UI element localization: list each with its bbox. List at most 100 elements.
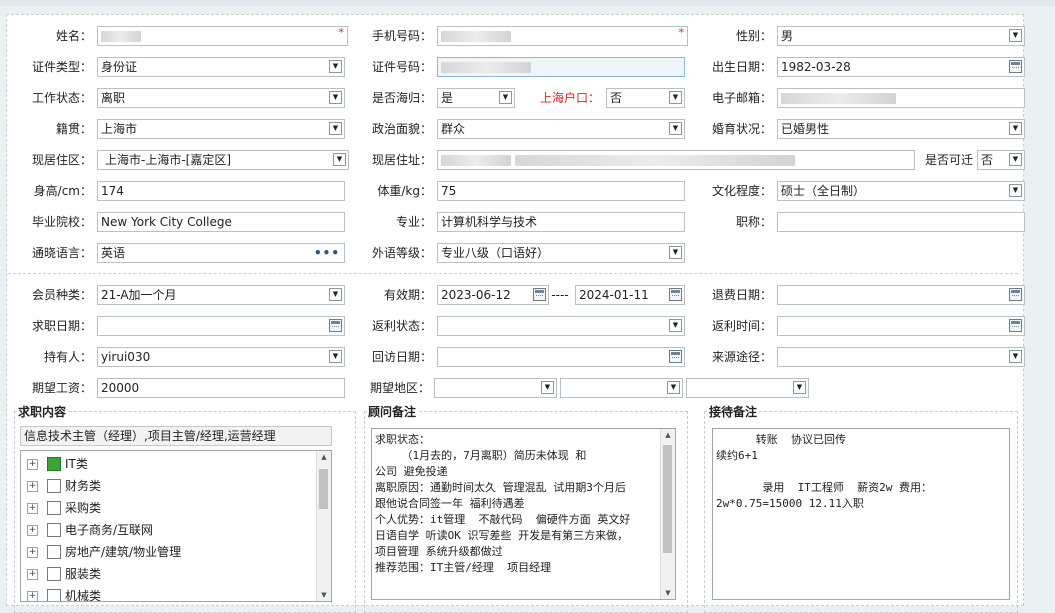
expand-icon[interactable]: + — [27, 591, 38, 601]
source-select[interactable]: ▼ — [777, 347, 1025, 367]
address-input[interactable] — [437, 150, 915, 170]
visit-date-input[interactable] — [437, 347, 685, 367]
member-type-select[interactable]: 21-A加一个月 ▼ — [97, 285, 345, 305]
calendar-icon[interactable] — [1009, 288, 1022, 301]
scroll-thumb[interactable] — [663, 445, 672, 553]
weight-input[interactable]: 75 — [437, 181, 685, 201]
valid-from-input[interactable]: 2023-06-12 — [437, 285, 549, 305]
native-select[interactable]: 上海市 ▼ — [97, 119, 345, 139]
residence-select[interactable]: 上海市-上海市-[嘉定区] ▼ — [97, 150, 349, 170]
height-input[interactable]: 174 — [97, 181, 345, 201]
chevron-down-icon[interactable]: ▼ — [1009, 184, 1022, 197]
source-label: 来源途径： — [711, 350, 772, 364]
gender-select[interactable]: 男 ▼ — [777, 26, 1025, 46]
chevron-down-icon[interactable]: ▼ — [333, 153, 346, 166]
chevron-down-icon[interactable]: ▼ — [669, 122, 682, 135]
id-no-label: 证件号码： — [371, 60, 432, 74]
holder-select[interactable]: yirui030 ▼ — [97, 347, 345, 367]
checkbox[interactable] — [47, 523, 61, 537]
visit-date-label: 回访日期： — [371, 350, 432, 364]
politics-select[interactable]: 群众 ▼ — [437, 119, 685, 139]
sh-hukou-select[interactable]: 否 ▼ — [606, 88, 685, 108]
chevron-down-icon[interactable]: ▼ — [667, 381, 680, 394]
chevron-down-icon[interactable]: ▼ — [793, 381, 806, 394]
refund-date-input[interactable] — [777, 285, 1025, 305]
checkbox[interactable] — [47, 545, 61, 559]
chevron-down-icon[interactable]: ▼ — [669, 246, 682, 259]
expand-icon[interactable]: + — [27, 503, 38, 514]
valid-to-input[interactable]: 2024-01-11 — [575, 285, 685, 305]
blurred-text — [441, 155, 511, 166]
chevron-down-icon[interactable]: ▼ — [1009, 350, 1022, 363]
expand-icon[interactable]: + — [27, 459, 38, 470]
scroll-down-icon[interactable]: ▼ — [317, 589, 331, 601]
chevron-down-icon[interactable]: ▼ — [1009, 122, 1022, 135]
calendar-icon[interactable] — [669, 288, 682, 301]
checkbox[interactable] — [47, 457, 61, 471]
title-input[interactable] — [777, 212, 1025, 232]
scroll-down-icon[interactable]: ▼ — [661, 587, 675, 599]
checkbox[interactable] — [47, 479, 61, 493]
lang-level-select[interactable]: 专业八级（口语好） ▼ — [437, 243, 685, 263]
chevron-down-icon[interactable]: ▼ — [329, 350, 342, 363]
chevron-down-icon[interactable]: ▼ — [669, 91, 682, 104]
calendar-icon[interactable] — [329, 319, 342, 332]
school-input[interactable]: New York City College — [97, 212, 345, 232]
language-picker[interactable]: 英语 ••• — [97, 243, 345, 263]
mobile-input[interactable]: * — [437, 26, 688, 46]
name-input[interactable]: * — [97, 26, 348, 46]
calendar-icon[interactable] — [669, 350, 682, 363]
more-icon[interactable]: ••• — [314, 244, 340, 262]
language-value: 英语 — [101, 246, 126, 260]
chevron-down-icon[interactable]: ▼ — [1009, 153, 1022, 166]
blurred-text — [781, 93, 896, 104]
overseas-value: 是 — [441, 91, 454, 105]
expand-icon[interactable]: + — [27, 547, 38, 558]
tree-scrollbar[interactable]: ▲ ▼ — [316, 451, 331, 601]
birth-date-input[interactable]: 1982-03-28 — [777, 57, 1025, 77]
chevron-down-icon[interactable]: ▼ — [541, 381, 554, 394]
region-city-select[interactable]: ▼ — [560, 378, 683, 398]
reception-notes-textarea[interactable]: 转账 协议已回传 续约6+1 录用 IT工程师 薪资2w 费用： 2w*0.75… — [712, 428, 1010, 600]
rebate-time-input[interactable] — [777, 316, 1025, 336]
chevron-down-icon[interactable]: ▼ — [669, 319, 682, 332]
expand-icon[interactable]: + — [27, 569, 38, 580]
relocate-select[interactable]: 否 ▼ — [977, 150, 1025, 170]
scroll-up-icon[interactable]: ▲ — [661, 429, 675, 441]
education-select[interactable]: 硕士（全日制） ▼ — [777, 181, 1025, 201]
region-district-select[interactable]: ▼ — [686, 378, 809, 398]
calendar-icon[interactable] — [1009, 319, 1022, 332]
id-type-select[interactable]: 身份证 ▼ — [97, 57, 345, 77]
checkbox[interactable] — [47, 589, 61, 601]
chevron-down-icon[interactable]: ▼ — [1009, 29, 1022, 42]
politics-value: 群众 — [441, 122, 466, 136]
overseas-label: 是否海归： — [371, 91, 432, 105]
major-input[interactable]: 计算机科学与技术 — [437, 212, 685, 232]
calendar-icon[interactable] — [1009, 60, 1022, 73]
expand-icon[interactable]: + — [27, 525, 38, 536]
salary-input[interactable]: 20000 — [97, 378, 345, 398]
overseas-select[interactable]: 是 ▼ — [437, 88, 515, 108]
checkbox[interactable] — [47, 567, 61, 581]
chevron-down-icon[interactable]: ▼ — [499, 91, 512, 104]
job-category-tree[interactable]: + IT类 + 财务类 + 采购类 + 电子商务/互联网 + 房地产/建筑/物业管理 + 服… — [20, 450, 332, 602]
blurred-text — [101, 31, 141, 42]
marital-select[interactable]: 已婚男性 ▼ — [777, 119, 1025, 139]
chevron-down-icon[interactable]: ▼ — [329, 288, 342, 301]
scroll-up-icon[interactable]: ▲ — [317, 451, 331, 463]
notes-scrollbar[interactable]: ▲ ▼ — [660, 429, 675, 599]
chevron-down-icon[interactable]: ▼ — [329, 122, 342, 135]
consultant-notes-textarea[interactable]: 求职状态： （1月去的，7月离职）简历未体现 和 公司 避免投递 离职原因：通勤… — [371, 428, 676, 600]
job-date-input[interactable] — [97, 316, 345, 336]
email-input[interactable] — [777, 88, 1025, 108]
scroll-thumb[interactable] — [319, 469, 328, 509]
work-status-select[interactable]: 离职 ▼ — [97, 88, 345, 108]
expand-icon[interactable]: + — [27, 481, 38, 492]
rebate-status-select[interactable]: ▼ — [437, 316, 685, 336]
id-no-input[interactable] — [437, 57, 685, 77]
calendar-icon[interactable] — [533, 288, 546, 301]
region-province-select[interactable]: ▼ — [434, 378, 557, 398]
checkbox[interactable] — [47, 501, 61, 515]
chevron-down-icon[interactable]: ▼ — [329, 60, 342, 73]
chevron-down-icon[interactable]: ▼ — [329, 91, 342, 104]
